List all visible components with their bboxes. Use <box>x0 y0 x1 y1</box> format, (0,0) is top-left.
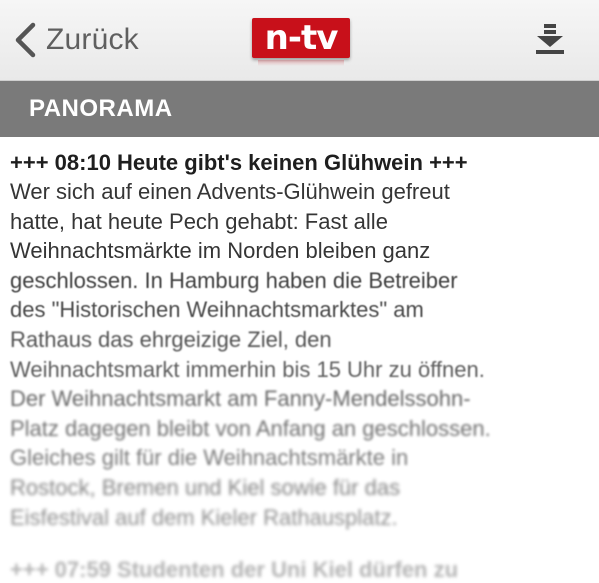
article-body-line: Weihnachtsmarkt immerhin bis 15 Uhr zu ö… <box>10 356 485 382</box>
article-body-line: Der Weihnachtsmarkt am Fanny-Mendelssohn… <box>10 386 471 412</box>
article-body-line: Rostock, Bremen und Kiel sowie für das <box>10 474 401 500</box>
article-body-line: Weihnachtsmärkte im Norden bleiben ganz <box>10 238 431 264</box>
article-headline[interactable]: +++ 08:10 Heute gibt's keinen Glühwein +… <box>10 148 592 177</box>
ntv-logo: n-tv <box>252 14 350 66</box>
back-button[interactable]: Zurück <box>14 20 139 60</box>
article-body-line: des "Historischen Weihnachtsmarktes" am <box>10 297 424 323</box>
section-title: PANORAMA <box>29 95 173 122</box>
article-body: Wer sich auf einen Advents-Glühwein gefr… <box>10 177 592 532</box>
next-article-headline[interactable]: +++ 07:59 Studenten der Uni Kiel dürfen … <box>10 557 458 583</box>
logo-text: n-tv <box>264 18 339 58</box>
section-header: PANORAMA <box>0 81 599 137</box>
article-body-line: Platz dagegen bleibt von Anfang an gesch… <box>10 415 491 441</box>
article: +++ 08:10 Heute gibt's keinen Glühwein +… <box>10 148 592 532</box>
back-button-label: Zurück <box>46 23 139 56</box>
article-body-line: Rathaus das ehrgeizige Ziel, den <box>10 326 332 352</box>
article-body-line: Wer sich auf einen Advents-Glühwein gefr… <box>10 179 450 204</box>
chevron-left-icon <box>14 22 36 58</box>
article-body-line: geschlossen. In Hamburg haben die Betrei… <box>10 267 458 293</box>
download-icon <box>533 24 567 60</box>
article-body-line: hatte, hat heute Pech gehabt: Fast alle <box>10 208 388 234</box>
article-body-line: Eisfestival auf dem Kieler Rathausplatz. <box>10 504 398 530</box>
download-button[interactable] <box>533 22 567 56</box>
top-navigation-bar: Zurück n-tv <box>0 0 599 81</box>
article-body-line: Gleiches gilt für die Weihnachtsmärkte i… <box>10 445 409 471</box>
